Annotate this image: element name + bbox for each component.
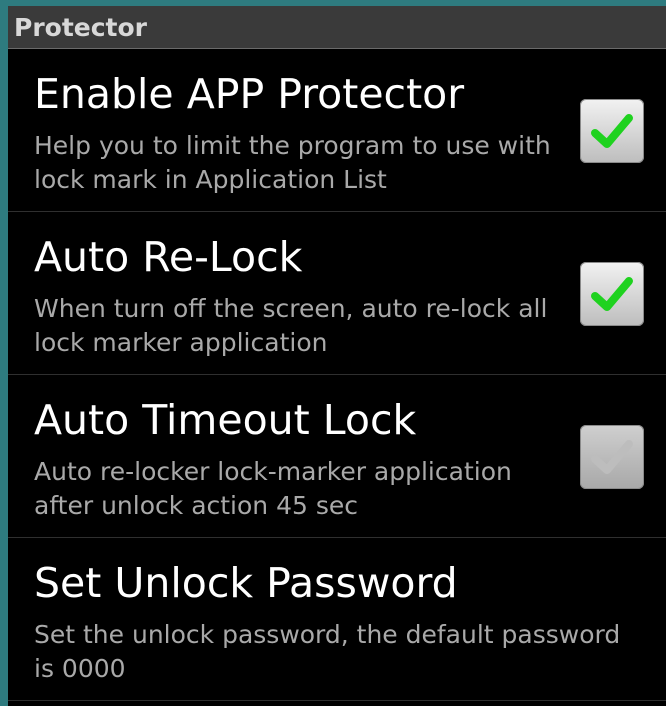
settings-screen: Protector Enable APP Protector Help you …: [8, 6, 666, 706]
setting-summary: When turn off the screen, auto re-lock a…: [34, 294, 548, 357]
auto-timeout-lock-checkbox[interactable]: [580, 425, 644, 489]
section-title: Protector: [14, 12, 148, 42]
setting-title: Auto Timeout Lock: [34, 396, 417, 444]
setting-summary: Set the unlock password, the default pas…: [34, 620, 621, 683]
setting-summary: Auto re-locker lock-marker application a…: [34, 457, 512, 520]
setting-enable-app-protector[interactable]: Enable APP Protector Help you to limit t…: [8, 49, 666, 212]
checkmark-icon: [591, 114, 633, 148]
setting-auto-re-lock[interactable]: Auto Re-Lock When turn off the screen, a…: [8, 212, 666, 375]
auto-re-lock-checkbox[interactable]: [580, 262, 644, 326]
setting-title: Enable APP Protector: [34, 70, 465, 118]
setting-title: Set Unlock Password: [34, 559, 458, 607]
setting-title: Auto Re-Lock: [34, 233, 303, 281]
setting-auto-timeout-lock[interactable]: Auto Timeout Lock Auto re-locker lock-ma…: [8, 375, 666, 538]
setting-summary: Help you to limit the program to use wit…: [34, 131, 551, 194]
checkmark-icon: [591, 277, 633, 311]
checkmark-icon: [591, 440, 633, 474]
enable-app-protector-checkbox[interactable]: [580, 99, 644, 163]
section-header: Protector: [8, 6, 666, 49]
setting-set-unlock-password[interactable]: Set Unlock Password Set the unlock passw…: [8, 538, 666, 701]
